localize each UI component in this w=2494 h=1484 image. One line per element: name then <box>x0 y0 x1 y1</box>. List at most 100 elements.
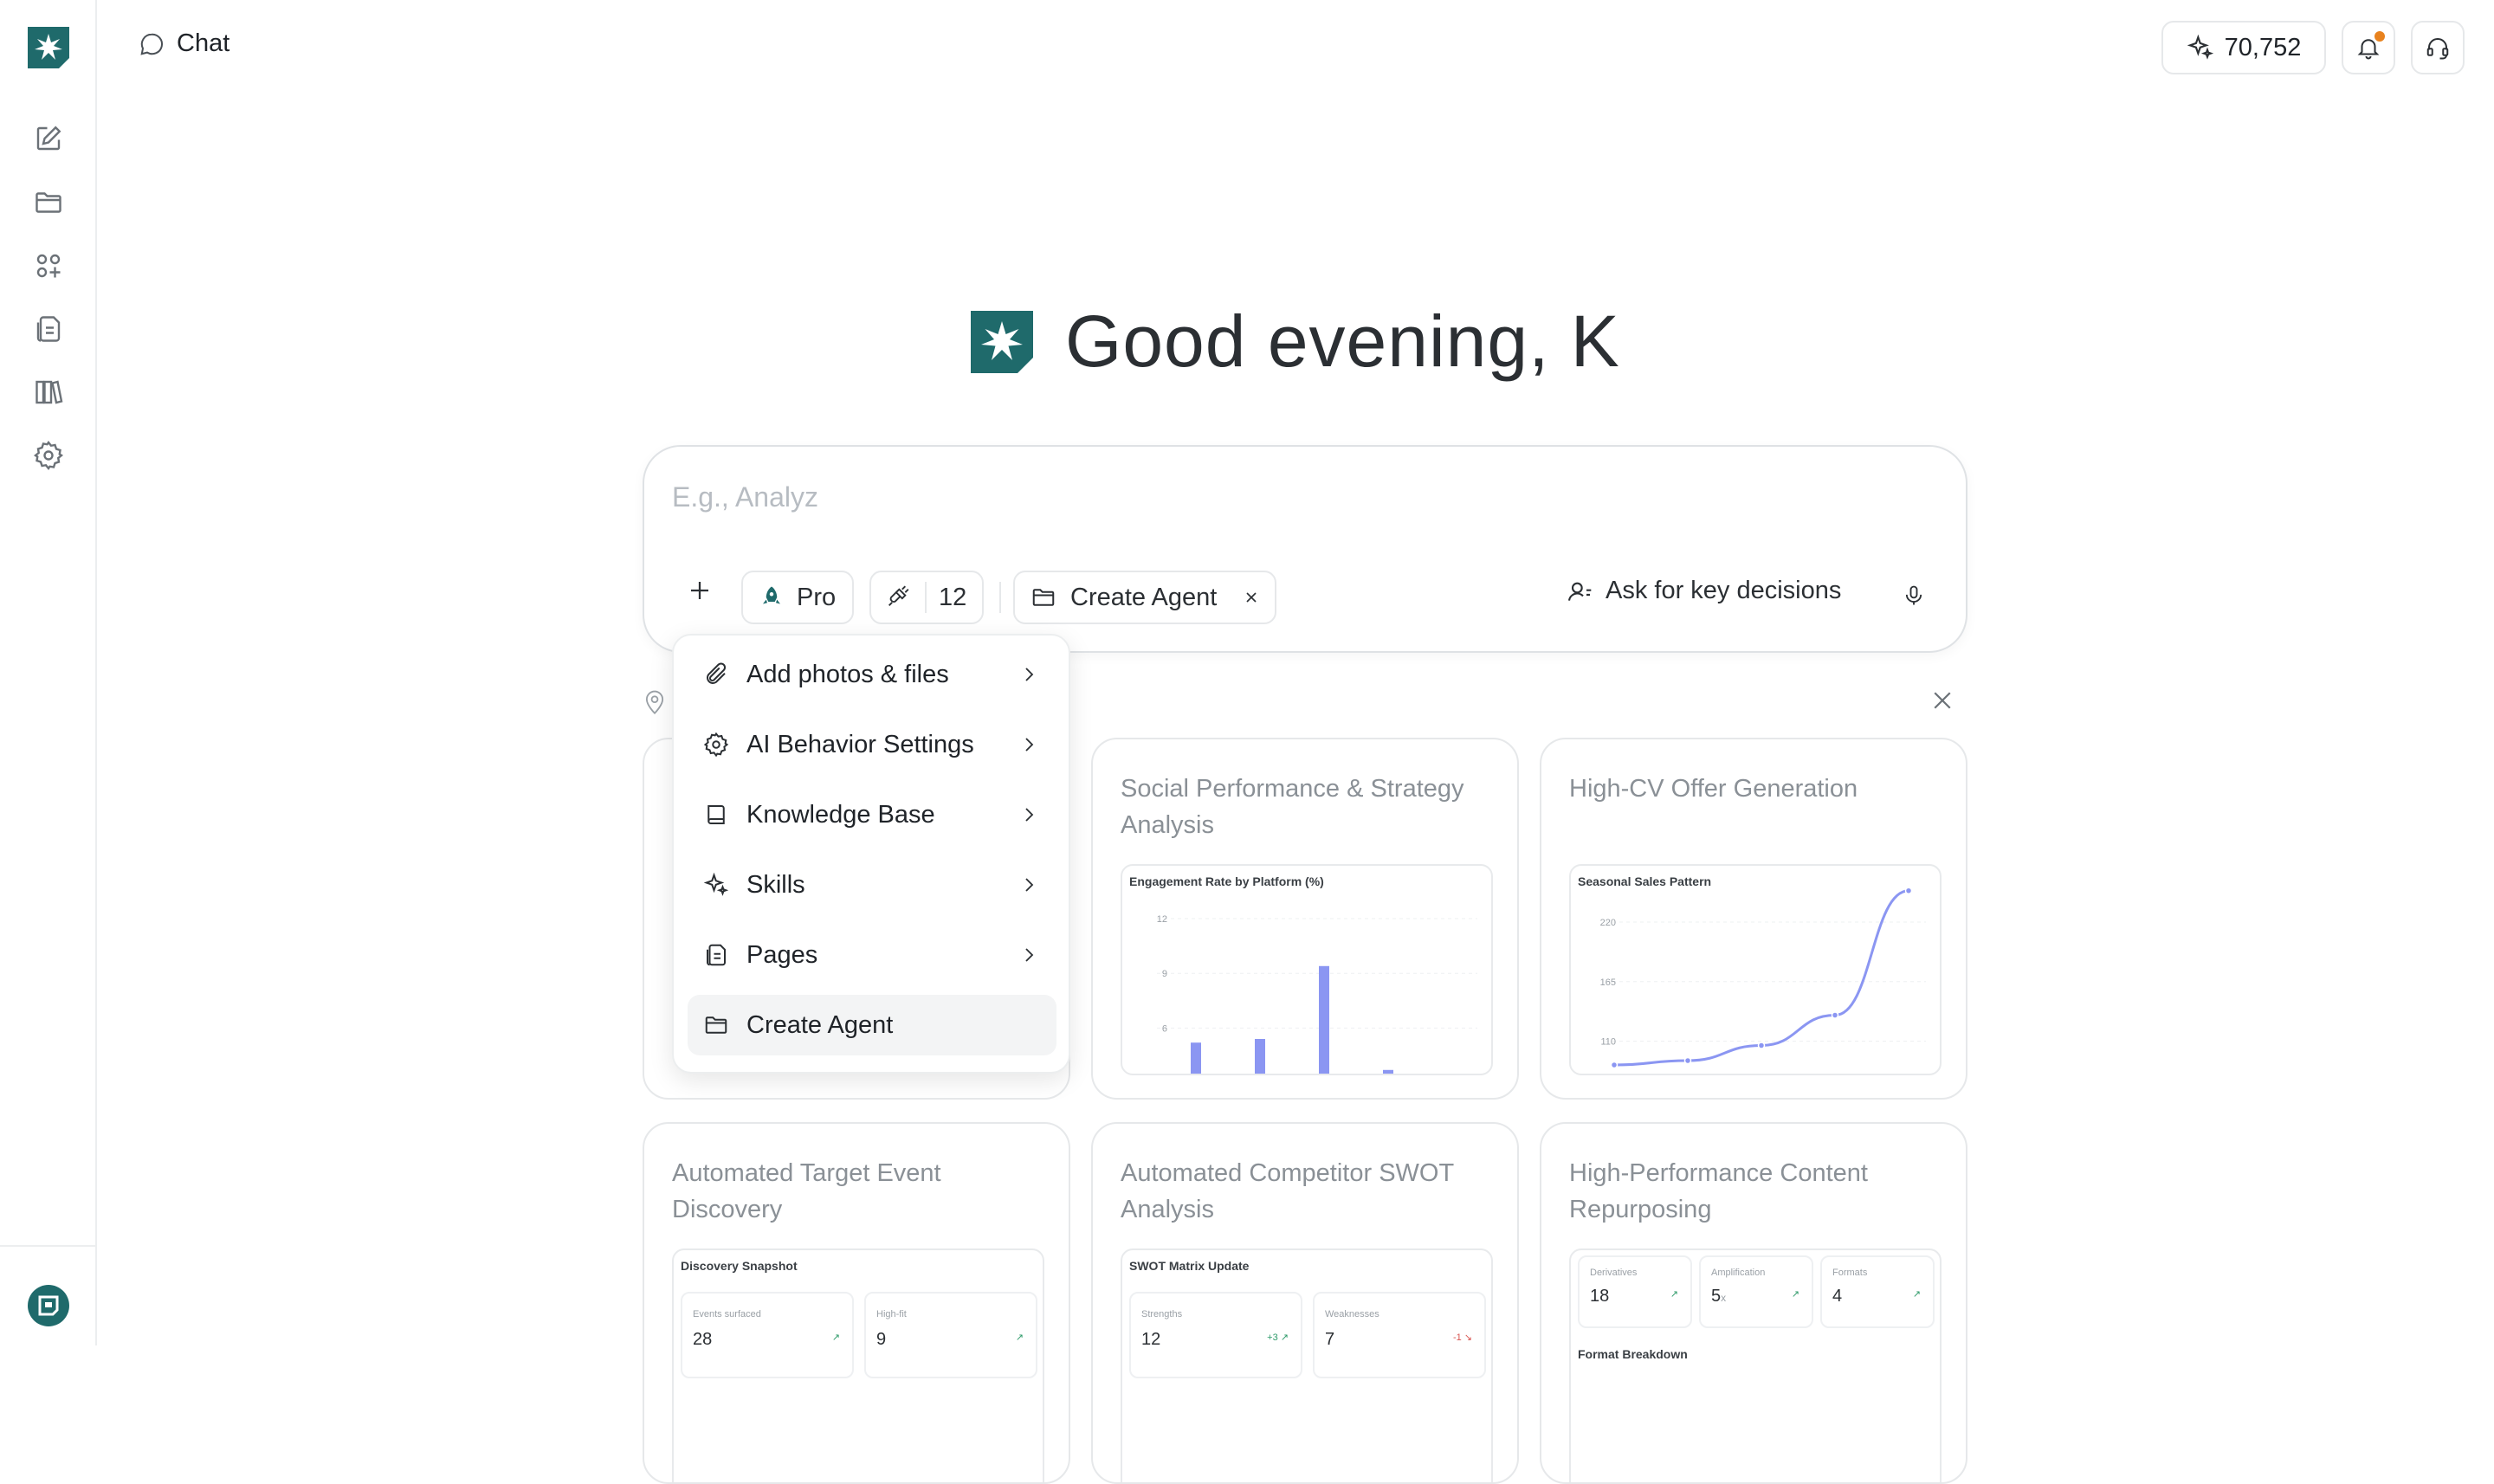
y-tick-label: 12 <box>1157 914 1167 925</box>
attach-menu-button[interactable] <box>681 571 719 610</box>
brand-logo-icon <box>971 310 1033 373</box>
agent-chip-label: Create Agent <box>1070 583 1218 611</box>
menu-item-add-photos-files[interactable]: Add photos & files <box>688 644 1056 705</box>
card-preview: Engagement Rate by Platform (%) 12 9 6 <box>1121 864 1493 1075</box>
card-title: Automated Competitor SWOT Analysis <box>1121 1159 1454 1223</box>
card-title: High-CV Offer Generation <box>1569 775 1858 803</box>
trend-up-icon: ↗ <box>1791 1289 1799 1300</box>
chevron-right-icon <box>1025 738 1034 752</box>
close-icon[interactable] <box>1243 589 1260 606</box>
stat-label: Strengths <box>1141 1309 1183 1319</box>
stat-value: 18 <box>1590 1287 1610 1306</box>
y-tick-label: 220 <box>1600 918 1616 928</box>
agent-chip[interactable]: Create Agent <box>1013 571 1276 624</box>
menu-item-label: Pages <box>746 940 818 969</box>
bar <box>1319 965 1329 1074</box>
menu-item-label: Create Agent <box>746 1010 894 1039</box>
stat-label: Formats <box>1832 1268 1868 1278</box>
page-title: Chat <box>177 29 230 57</box>
card-preview: SWOT Matrix Update Strengths 12 +3 ↗ Wea… <box>1121 1248 1493 1482</box>
ask-key-decisions-button[interactable]: Ask for key decisions <box>1566 577 1841 605</box>
menu-item-pages[interactable]: Pages <box>688 925 1056 985</box>
credits-button[interactable]: 70,752 <box>2161 21 2326 74</box>
card-preview: Derivatives 18 ↗ Amplification 5x ↗ Form… <box>1569 1248 1942 1482</box>
data-point <box>1831 1011 1839 1019</box>
notification-dot <box>2374 31 2385 42</box>
stat-label: Events surfaced <box>693 1309 761 1319</box>
folder-icon <box>1032 589 1055 606</box>
bar <box>1255 1039 1265 1074</box>
close-icon <box>1934 692 1951 709</box>
card-preview: Discovery Snapshot Events surfaced 28 ↗ … <box>672 1248 1044 1482</box>
stat-value: 12 <box>1141 1330 1161 1349</box>
user-voice-icon <box>1567 582 1592 601</box>
sidebar-item-library[interactable] <box>29 373 68 411</box>
stat-tile: High-fit 9 ↗ <box>864 1292 1037 1378</box>
credits-count: 70,752 <box>2224 33 2302 61</box>
chat-composer: Pro 12 Create Agent Ask for key decision… <box>643 445 1967 653</box>
menu-item-ai-behavior-settings[interactable]: AI Behavior Settings <box>688 714 1056 775</box>
suggestion-card-swot[interactable]: Automated Competitor SWOT Analysis SWOT … <box>1091 1122 1519 1484</box>
trend-up-icon: ↗ <box>1670 1289 1678 1300</box>
sidebar-item-new-chat[interactable] <box>29 119 68 158</box>
sidebar-item-files[interactable] <box>29 184 68 222</box>
chip-separator <box>925 582 927 613</box>
stat-tile: Formats 4 ↗ <box>1820 1255 1935 1328</box>
location-button[interactable] <box>643 687 667 719</box>
suggestion-card-events[interactable]: Automated Target Event Discovery Discove… <box>643 1122 1070 1484</box>
support-button[interactable] <box>2411 21 2465 74</box>
suggestion-card-offer[interactable]: High-CV Offer Generation Seasonal Sales … <box>1540 738 1967 1100</box>
stat-delta: -1 ↘ <box>1452 1332 1472 1343</box>
stat-value: 28 <box>693 1330 713 1349</box>
sidebar-divider <box>0 1245 97 1247</box>
suggestion-card-repurpose[interactable]: High-Performance Content Repurposing Der… <box>1540 1122 1967 1484</box>
rocket-icon <box>763 586 780 604</box>
stat-value: 4 <box>1832 1287 1843 1306</box>
chevron-right-icon <box>1025 668 1034 681</box>
plus-icon <box>691 582 708 599</box>
close-suggestions-button[interactable] <box>1929 687 1955 718</box>
stat-label: Amplification <box>1711 1268 1766 1278</box>
sidebar-item-settings[interactable] <box>29 436 68 474</box>
greeting-text: Good evening, K <box>1065 300 1620 382</box>
menu-item-create-agent[interactable]: Create Agent <box>688 995 1056 1055</box>
y-tick-label: 9 <box>1162 969 1167 979</box>
sales-chart: 220 165 110 <box>1600 887 1926 1069</box>
toolbar-divider <box>999 582 1001 613</box>
stat-tile: Weaknesses 7 -1 ↘ <box>1313 1292 1486 1378</box>
stat-tile: Strengths 12 +3 ↗ <box>1129 1292 1302 1378</box>
data-point <box>1904 887 1913 894</box>
stat-label: Weaknesses <box>1325 1309 1379 1319</box>
avatar-logo-icon <box>38 1295 59 1316</box>
menu-item-skills[interactable]: Skills <box>688 855 1056 915</box>
ask-label: Ask for key decisions <box>1606 577 1842 604</box>
stat-tile: Events surfaced 28 ↗ <box>681 1292 854 1378</box>
gear-icon <box>33 440 64 471</box>
sidebar-item-apps[interactable] <box>29 247 68 285</box>
gear-icon <box>703 732 729 758</box>
notifications-button[interactable] <box>2342 21 2395 74</box>
mode-selector[interactable]: Pro <box>741 571 854 624</box>
app-logo[interactable] <box>26 25 71 70</box>
sidebar-item-pages[interactable] <box>29 310 68 348</box>
pages-icon <box>36 316 61 342</box>
stat-tile: Derivatives 18 ↗ <box>1578 1255 1692 1328</box>
microphone-button[interactable] <box>1895 577 1933 615</box>
bar <box>1191 1042 1201 1074</box>
chat-input[interactable] <box>672 481 1884 513</box>
sparkle-icon <box>2187 34 2213 60</box>
attach-menu: Add photos & files AI Behavior Settings … <box>672 634 1070 1074</box>
menu-item-knowledge-base[interactable]: Knowledge Base <box>688 784 1056 845</box>
preview-title: Discovery Snapshot <box>681 1259 798 1273</box>
data-point <box>1683 1056 1692 1065</box>
stat-label: Derivatives <box>1590 1268 1638 1278</box>
suggestion-card-social[interactable]: Social Performance & Strategy Analysis E… <box>1091 738 1519 1100</box>
sparkle-icon <box>703 872 729 896</box>
card-preview: Seasonal Sales Pattern 220 165 110 <box>1569 864 1942 1075</box>
folder-icon <box>705 1016 727 1034</box>
engagement-chart: 12 9 6 <box>1157 914 1477 1074</box>
headset-icon <box>2426 38 2449 60</box>
tools-selector[interactable]: 12 <box>869 571 984 624</box>
user-avatar[interactable] <box>28 1285 69 1326</box>
trend-up-icon: ↗ <box>1015 1332 1024 1343</box>
